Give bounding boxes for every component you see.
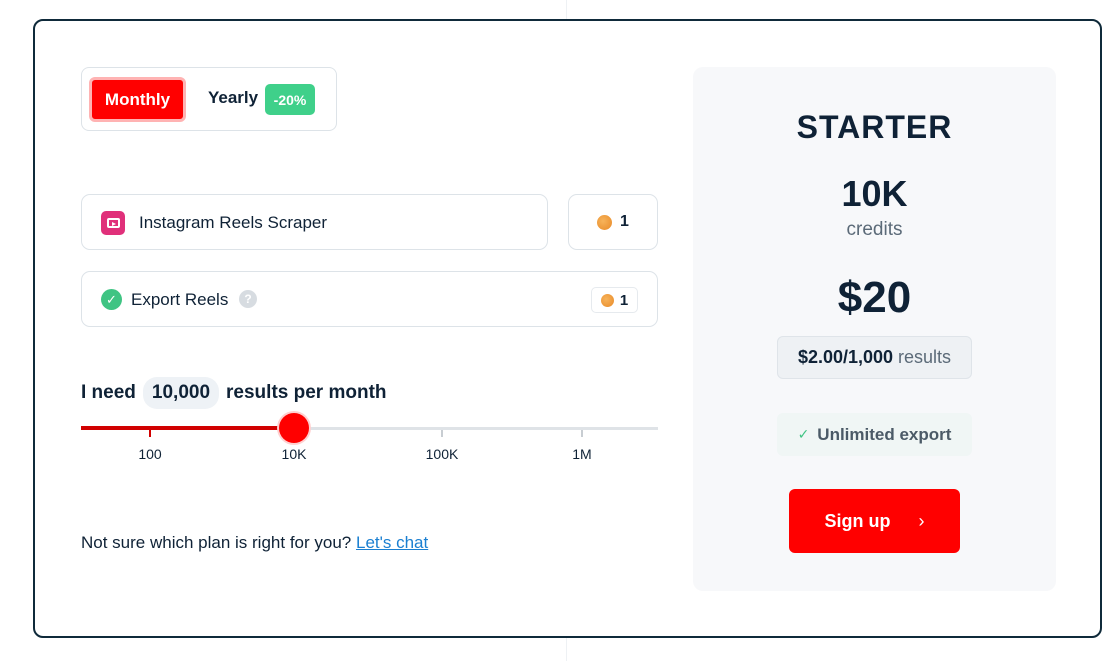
slider-tick bbox=[581, 430, 583, 437]
actor-credit-box: 1 bbox=[568, 194, 658, 250]
chat-prompt: Not sure which plan is right for you? Le… bbox=[81, 533, 428, 553]
plan-price: $20 bbox=[837, 273, 912, 322]
yearly-tab[interactable]: Yearly bbox=[208, 88, 258, 108]
slider-tick bbox=[149, 430, 151, 437]
actor-name: Instagram Reels Scraper bbox=[139, 213, 328, 232]
chat-text: Not sure which plan is right for you? bbox=[81, 533, 352, 552]
sign-up-button[interactable]: Sign up › bbox=[789, 489, 960, 553]
plan-name: STARTER bbox=[796, 109, 953, 145]
plan-credits: 10K bbox=[841, 173, 908, 214]
rate-suffix: results bbox=[898, 347, 952, 367]
export-credit-value: 1 bbox=[619, 291, 629, 309]
need-prefix: I need bbox=[81, 382, 136, 403]
slider-tick-label: 10K bbox=[281, 446, 307, 462]
coin-icon bbox=[600, 293, 614, 307]
export-credit-badge: 1 bbox=[591, 287, 638, 313]
actor-row: Instagram Reels Scraper bbox=[81, 194, 548, 250]
yearly-discount-badge: -20% bbox=[265, 84, 315, 115]
plan-credits-label: credits bbox=[846, 219, 903, 240]
coin-icon bbox=[597, 214, 613, 230]
monthly-tab[interactable]: Monthly bbox=[89, 77, 186, 122]
slider-fill bbox=[81, 426, 294, 430]
lets-chat-link[interactable]: Let's chat bbox=[356, 533, 428, 552]
pricing-card: Monthly Yearly -20% Instagram Reels Scra… bbox=[33, 19, 1102, 638]
actor-credit-value: 1 bbox=[620, 213, 629, 230]
help-icon[interactable]: ? bbox=[239, 290, 257, 308]
slider-tick-label: 100K bbox=[425, 446, 459, 462]
results-slider[interactable]: 100 10K 100K 1M bbox=[81, 411, 658, 462]
plan-panel: STARTER 10K credits $20 $2.00/1,000 resu… bbox=[693, 67, 1056, 591]
slider-tick bbox=[441, 430, 443, 437]
feature-label: Unlimited export bbox=[817, 424, 952, 444]
need-suffix: results per month bbox=[226, 382, 387, 403]
export-reels-row[interactable]: ✓ Export Reels ? 1 bbox=[81, 271, 658, 327]
chevron-right-icon: › bbox=[918, 510, 925, 531]
unlimited-export-feature: ✓ Unlimited export bbox=[777, 413, 972, 456]
slider-tick-label: 1M bbox=[572, 446, 592, 462]
results-need-line: I need 10,000 results per month bbox=[81, 377, 387, 409]
slider-thumb[interactable] bbox=[279, 413, 309, 443]
slider-tick-label: 100 bbox=[138, 446, 162, 462]
instagram-reels-icon bbox=[101, 211, 125, 235]
check-circle-icon[interactable]: ✓ bbox=[101, 289, 122, 310]
rate-value: $2.00/1,000 bbox=[797, 347, 894, 367]
plan-rate: $2.00/1,000 results bbox=[777, 336, 972, 379]
results-value[interactable]: 10,000 bbox=[142, 377, 220, 409]
export-reels-label: Export Reels bbox=[131, 290, 229, 309]
check-icon: ✓ bbox=[797, 426, 810, 442]
billing-toggle: Monthly Yearly -20% bbox=[81, 67, 337, 131]
sign-up-label: Sign up bbox=[824, 510, 891, 531]
